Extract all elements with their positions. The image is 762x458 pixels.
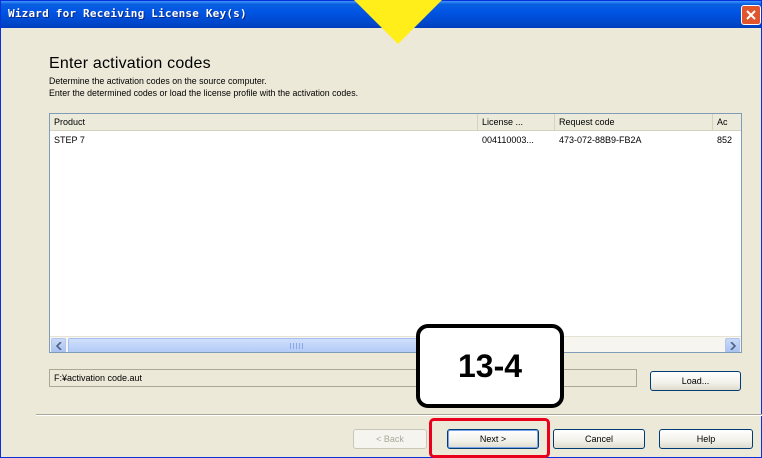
description-line-1: Determine the activation codes on the so… (49, 76, 267, 86)
scroll-right-button[interactable] (725, 338, 740, 352)
description-line-2: Enter the determined codes or load the l… (49, 88, 359, 98)
cell-request-code: 473-072-88B9-FB2A (559, 135, 642, 145)
back-button[interactable]: < Back (353, 429, 427, 449)
window-title: Wizard for Receiving License Key(s) (8, 7, 247, 20)
close-icon (746, 10, 756, 20)
next-button-highlight (429, 418, 550, 458)
scroll-left-button[interactable] (51, 338, 66, 352)
table-row[interactable]: STEP 7 004110003... 473-072-88B9-FB2A 85… (50, 132, 741, 148)
step-callout: 13-4 (416, 324, 564, 408)
load-button[interactable]: Load... (650, 371, 741, 391)
cell-product: STEP 7 (54, 135, 85, 145)
cell-license: 004110003... (482, 135, 534, 145)
cell-activation: 852 (717, 135, 733, 145)
scroll-grip (290, 343, 304, 349)
wizard-window: Wizard for Receiving License Key(s) Ente… (0, 0, 762, 458)
help-button[interactable]: Help (659, 429, 753, 449)
scroll-left-icon (56, 342, 62, 350)
activation-code-list[interactable]: Product License ... Request code Ac STEP… (49, 113, 742, 353)
column-header-product[interactable]: Product (50, 114, 478, 130)
column-header-license[interactable]: License ... (478, 114, 555, 130)
page-heading: Enter activation codes (49, 55, 211, 72)
footer-separator (36, 414, 762, 416)
close-button[interactable] (741, 5, 761, 25)
column-header-request-code[interactable]: Request code (555, 114, 713, 130)
scroll-right-icon (730, 342, 737, 350)
column-header-activation[interactable]: Ac (713, 114, 741, 130)
cancel-button[interactable]: Cancel (553, 429, 645, 449)
down-arrow-icon (354, 0, 442, 44)
list-header: Product License ... Request code Ac (50, 114, 741, 131)
horizontal-scrollbar[interactable] (50, 336, 741, 352)
